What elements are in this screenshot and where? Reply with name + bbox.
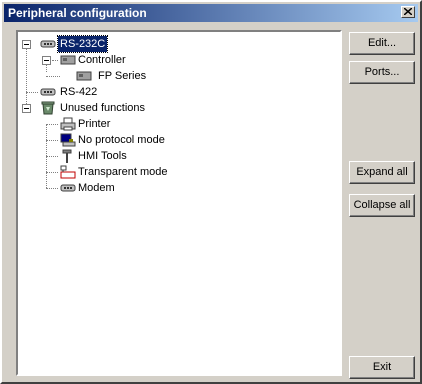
- tree-item-unused-functions[interactable]: Unused functions: [22, 100, 222, 116]
- tree-line: [46, 156, 58, 157]
- tree-item-rs422[interactable]: RS-422: [22, 84, 222, 100]
- printer-icon: [60, 117, 76, 131]
- exit-button[interactable]: Exit: [349, 356, 415, 379]
- title-bar[interactable]: Peripheral configuration: [4, 4, 418, 22]
- expand-all-button[interactable]: Expand all: [349, 161, 415, 184]
- tree-line: [26, 92, 38, 93]
- serial-port-icon: [40, 40, 56, 48]
- tree-item-label: Controller: [78, 54, 126, 66]
- tree-item-label: RS-232C: [56, 35, 109, 53]
- tools-icon: [62, 149, 72, 163]
- tree-item-label: Modem: [78, 182, 115, 194]
- window-title: Peripheral configuration: [8, 6, 147, 20]
- close-button[interactable]: [401, 6, 415, 18]
- terminal-icon: [60, 133, 76, 147]
- tree-line: [46, 188, 58, 189]
- modem-icon: [60, 184, 76, 192]
- tree-line: [52, 60, 58, 61]
- peripheral-configuration-window: Peripheral configuration RS-232C Control…: [0, 0, 422, 384]
- collapse-toggle[interactable]: [22, 40, 31, 49]
- tree-item-printer[interactable]: Printer: [42, 116, 242, 132]
- tree-item-rs232c[interactable]: RS-232C: [22, 35, 322, 53]
- collapse-all-button[interactable]: Collapse all: [349, 194, 415, 217]
- tree-item-fp-series[interactable]: FP Series: [46, 68, 258, 84]
- recycle-bin-icon: [41, 101, 55, 115]
- serial-port-icon: [40, 88, 56, 96]
- collapse-toggle[interactable]: [42, 56, 51, 65]
- tree-item-controller[interactable]: Controller: [42, 52, 242, 68]
- controller-icon: [60, 55, 76, 65]
- tree-item-label: Transparent mode: [78, 166, 168, 178]
- tree-item-label: HMI Tools: [78, 150, 127, 162]
- tree-item-no-protocol-mode[interactable]: No protocol mode: [42, 132, 242, 148]
- tree-item-label: Printer: [78, 118, 111, 130]
- tree-item-hmi-tools[interactable]: HMI Tools: [42, 148, 242, 164]
- tree-line: [46, 172, 58, 173]
- network-icon: [60, 165, 76, 179]
- peripheral-tree[interactable]: RS-232C Controller FP Series RS-422 Unus…: [16, 30, 342, 376]
- tree-item-label: Unused functions: [60, 102, 145, 114]
- tree-line: [46, 124, 58, 125]
- edit-button[interactable]: Edit...: [349, 32, 415, 55]
- tree-item-modem[interactable]: Modem: [42, 180, 242, 196]
- tree-item-label: RS-422: [60, 86, 98, 98]
- tree-item-label: No protocol mode: [78, 134, 165, 146]
- tree-item-label: FP Series: [98, 70, 147, 82]
- tree-item-transparent-mode[interactable]: Transparent mode: [42, 164, 242, 180]
- controller-icon: [76, 71, 92, 81]
- collapse-toggle[interactable]: [22, 104, 31, 113]
- close-icon: [404, 8, 412, 15]
- tree-line: [46, 140, 58, 141]
- tree-line: [46, 76, 60, 77]
- ports-button[interactable]: Ports...: [349, 61, 415, 84]
